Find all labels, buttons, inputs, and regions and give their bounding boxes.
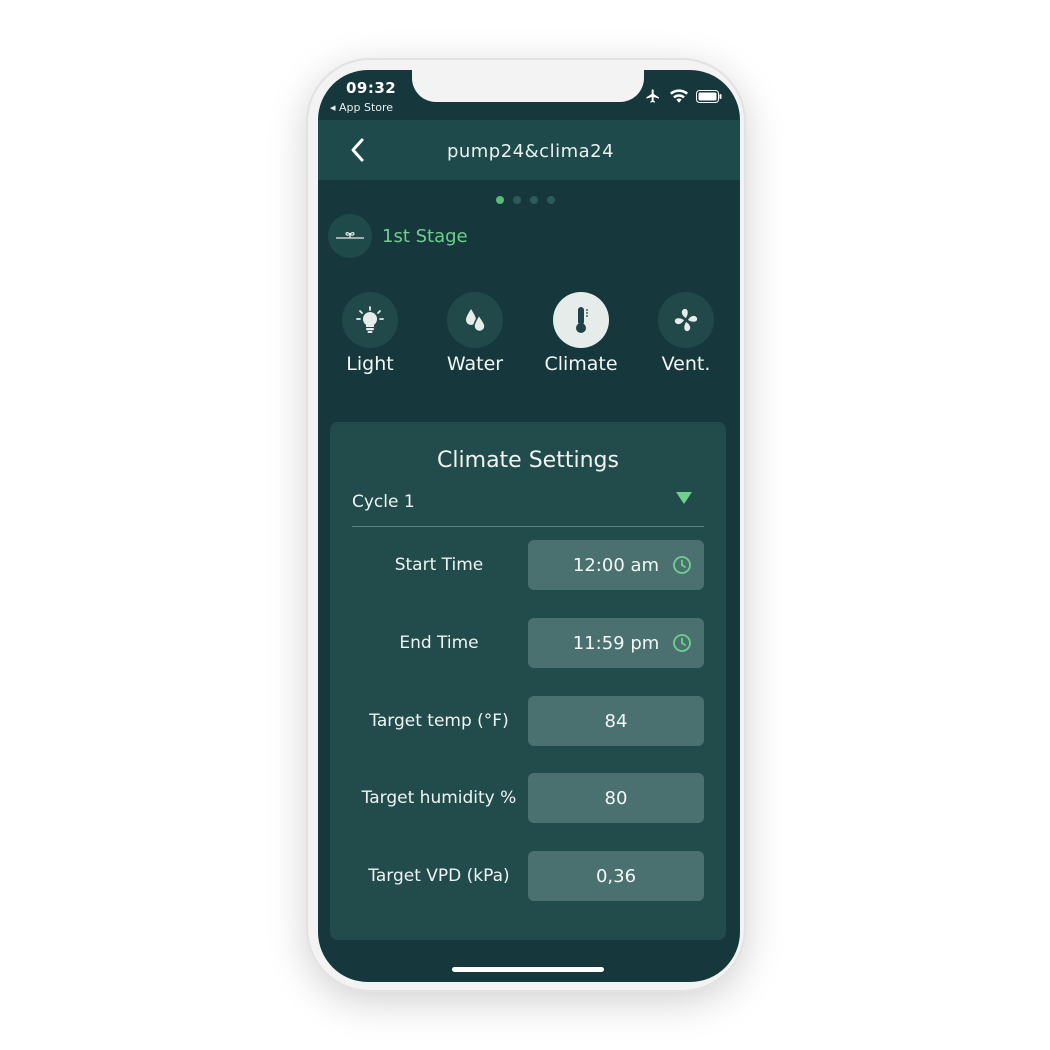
water-drops-icon (447, 292, 503, 348)
stage-label: 1st Stage (382, 225, 468, 247)
target-vpd-row: Target VPD (kPa) 0,36 (344, 851, 704, 901)
phone-notch (412, 70, 644, 102)
cycle-value: Cycle 1 (352, 492, 415, 512)
target-temp-row: Target temp (°F) 84 (344, 696, 704, 746)
target-vpd-label: Target VPD (kPa) (368, 866, 510, 886)
stage-selector[interactable]: 1st Stage (328, 214, 468, 258)
end-time-value: 11:59 pm (572, 632, 660, 654)
start-time-field[interactable]: 12:00 am (528, 540, 704, 590)
page-dot[interactable] (513, 196, 521, 204)
tab-vent-label: Vent. (661, 353, 711, 375)
cycle-dropdown[interactable]: Cycle 1 (352, 478, 704, 527)
fan-icon (658, 292, 714, 348)
page-indicator (496, 196, 555, 204)
tab-water-label: Water (446, 353, 504, 375)
target-vpd-field[interactable]: 0,36 (528, 851, 704, 901)
start-time-value: 12:00 am (572, 554, 660, 576)
end-time-field[interactable]: 11:59 pm (528, 618, 704, 668)
wifi-icon (670, 89, 688, 103)
tab-light[interactable]: Light (320, 292, 420, 375)
page-dot[interactable] (496, 196, 504, 204)
clock-icon[interactable] (672, 633, 692, 653)
clock-icon[interactable] (672, 555, 692, 575)
app-screen: 09:32 ◂ App Store pump24&clima24 1st Sta… (318, 70, 740, 982)
climate-settings-card: Climate Settings Cycle 1 Start Time 12:0… (330, 422, 726, 940)
status-time: 09:32 (346, 79, 397, 97)
airplane-icon (646, 89, 659, 103)
target-temp-field[interactable]: 84 (528, 696, 704, 746)
target-temp-label: Target temp (°F) (369, 711, 509, 731)
tab-climate-label: Climate (544, 353, 618, 375)
battery-icon (696, 89, 722, 103)
target-humidity-row: Target humidity % 80 (344, 773, 704, 823)
tab-light-label: Light (346, 353, 394, 375)
dropdown-arrow-icon (676, 492, 692, 504)
tab-vent[interactable]: Vent. (636, 292, 736, 375)
tab-water[interactable]: Water (425, 292, 525, 375)
start-time-label: Start Time (394, 555, 484, 575)
start-time-row: Start Time 12:00 am (344, 540, 704, 590)
end-time-label: End Time (399, 633, 479, 653)
lightbulb-icon (342, 292, 398, 348)
page-dot[interactable] (530, 196, 538, 204)
page-title: pump24&clima24 (318, 141, 740, 162)
end-time-row: End Time 11:59 pm (344, 618, 704, 668)
home-indicator[interactable] (452, 967, 604, 972)
plant-stage-icon (328, 214, 372, 258)
status-icons (644, 88, 722, 104)
tab-climate[interactable]: Climate (531, 292, 631, 375)
back-to-app-store-link[interactable]: ◂ App Store (330, 101, 393, 114)
page-title-text: pump24&clima24 (446, 141, 615, 162)
target-humidity-label: Target humidity % (361, 788, 517, 808)
thermometer-icon (553, 292, 609, 348)
target-humidity-field[interactable]: 80 (528, 773, 704, 823)
page-dot[interactable] (547, 196, 555, 204)
card-title: Climate Settings (437, 448, 619, 473)
